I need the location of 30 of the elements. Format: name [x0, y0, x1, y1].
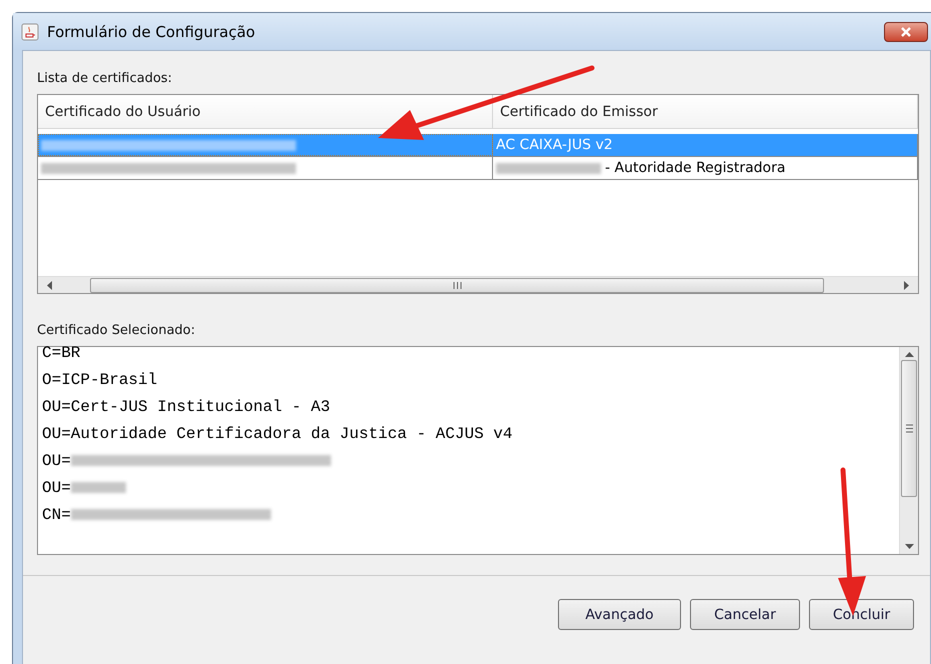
dialog-button[interactable]: Concluir	[809, 599, 914, 630]
scrollbar-thumb[interactable]	[90, 278, 824, 292]
table-row[interactable]: - Autoridade Registradora	[38, 157, 918, 180]
certificate-line: OU=	[42, 478, 71, 496]
certificate-line: OU=	[42, 452, 71, 470]
horizontal-scrollbar[interactable]	[38, 276, 918, 293]
table-cell: - Autoridade Registradora	[605, 160, 786, 176]
certificate-line: OU=Cert-JUS Institucional - A3	[42, 398, 330, 416]
certificate-line: O=ICP-Brasil	[42, 370, 158, 388]
up-arrow-icon	[904, 351, 914, 357]
grip-icon	[452, 282, 462, 288]
list-label: Lista de certificados:	[37, 71, 174, 86]
column-header[interactable]: Certificado do Emissor	[493, 95, 918, 128]
close-button[interactable]	[884, 22, 928, 42]
vertical-scrollbar[interactable]	[899, 347, 918, 554]
table-cell: AC CAIXA-JUS v2	[496, 137, 613, 153]
dialog-button[interactable]: Avançado	[558, 599, 681, 630]
window-title: Formulário de Configuração	[47, 22, 256, 40]
certificate-line: CN=	[42, 506, 71, 524]
certificate-line: OU=Autoridade Certificadora da Justica - ACJUS v4	[42, 424, 512, 442]
dialog-button[interactable]: Cancelar	[690, 599, 800, 630]
certificate-line: C=BR	[42, 344, 80, 362]
grip-icon	[906, 424, 912, 434]
coffee-cup-icon	[21, 22, 39, 40]
right-arrow-icon	[902, 280, 910, 290]
scrollbar-thumb[interactable]	[901, 360, 917, 498]
close-icon	[900, 26, 912, 36]
left-arrow-icon	[46, 280, 54, 290]
selected-label: Certificado Selecionado:	[37, 323, 196, 338]
down-arrow-icon	[904, 544, 914, 550]
